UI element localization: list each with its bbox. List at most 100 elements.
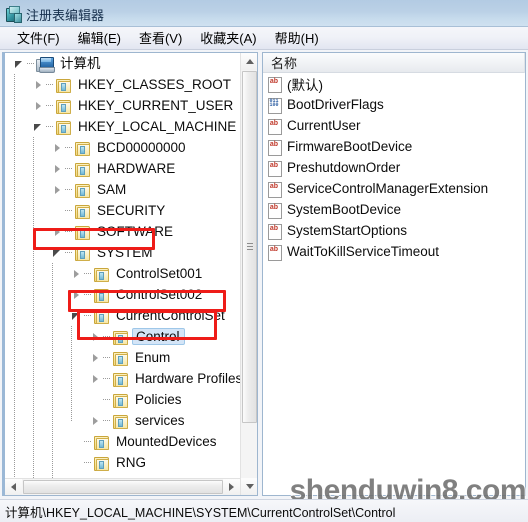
tree-connector-line [84,305,93,326]
scroll-down-arrow-icon[interactable] [241,478,257,495]
tree-item-label: HARDWARE [97,161,176,176]
collapse-arrow-icon[interactable] [13,53,27,74]
value-row[interactable]: ab ServiceControlManagerExtension [263,178,525,199]
tree-vertical-scrollbar[interactable] [240,53,257,495]
string-value-icon: ab [267,244,283,261]
menu-file[interactable]: 文件(F) [8,26,69,50]
value-row[interactable]: ab PreshutdownOrder [263,157,525,178]
value-row[interactable]: ab SystemStartOptions [263,220,525,241]
tree-connector-line [103,347,112,368]
computer-icon [36,56,55,73]
expand-arrow-icon[interactable] [51,137,65,158]
tree-item-hkey-classes-root[interactable]: HKEY_CLASSES_ROOT [5,74,241,95]
tree-item-hkey-current-user[interactable]: HKEY_CURRENT_USER [5,95,241,116]
tree-item--[interactable]: 计算机 [5,53,241,74]
value-row[interactable]: ab (默认) [263,73,525,94]
tree-item-enum[interactable]: Enum [5,347,241,368]
value-row[interactable]: 011 100 BootDriverFlags [263,94,525,115]
tree-connector-line [65,158,74,179]
folder-icon [74,224,90,240]
value-name: SystemBootDevice [287,202,402,217]
tree-item-system[interactable]: SYSTEM [5,242,241,263]
tree-guide-line [52,263,53,495]
tree-item-security[interactable]: SECURITY [5,200,241,221]
expand-arrow-icon[interactable] [51,221,65,242]
tree-item-label: SAM [97,182,127,197]
expand-arrow-icon[interactable] [89,368,103,389]
value-row[interactable]: ab SystemBootDevice [263,199,525,220]
tree-item-bcd00000000[interactable]: BCD00000000 [5,137,241,158]
value-name: PreshutdownOrder [287,160,401,175]
menu-edit[interactable]: 编辑(E) [69,26,130,50]
tree-guide-line [71,326,72,421]
value-name: (默认) [287,77,323,93]
tree-item-sam[interactable]: SAM [5,179,241,200]
tree-item-controlset002[interactable]: ControlSet002 [5,284,241,305]
tree-item-services[interactable]: services [5,410,241,431]
tree-connector-line [103,368,112,389]
folder-icon [112,371,128,387]
dword-value-icon: 011 100 [267,97,283,114]
tree-item-controlset001[interactable]: ControlSet001 [5,263,241,284]
tree-hscroll-thumb[interactable] [23,480,223,494]
collapse-arrow-icon[interactable] [70,305,84,326]
menu-view[interactable]: 查看(V) [130,26,191,50]
tree-item-control[interactable]: Control [5,326,241,347]
expand-arrow-icon[interactable] [89,347,103,368]
tree-item-mounteddevices[interactable]: MountedDevices [5,431,241,452]
panes-container: 计算机 HKEY_CLASSES_ROOT HKEY_CURRENT_USER HKE… [0,50,528,522]
menu-favorites[interactable]: 收藏夹(A) [191,26,265,50]
folder-icon [74,140,90,156]
scroll-up-arrow-icon[interactable] [241,53,257,70]
tree-connector-line [46,116,55,137]
tree-item-label: Enum [135,350,171,365]
string-value-icon: ab [267,139,283,156]
values-list[interactable]: ab (默认) 011 100 BootDriverFlags ab CurrentUser… [263,73,525,495]
tree-item-hkey-local-machine[interactable]: HKEY_LOCAL_MACHINE [5,116,241,137]
column-header-name[interactable]: 名称 [263,53,525,73]
window-controls[interactable] [432,0,528,21]
tree-item-currentcontrolset[interactable]: CurrentControlSet [5,305,241,326]
tree-item-hardware[interactable]: HARDWARE [5,158,241,179]
value-name: FirmwareBootDevice [287,139,413,154]
expand-arrow-icon[interactable] [32,95,46,116]
scroll-right-arrow-icon[interactable] [223,479,240,495]
folder-icon [55,119,71,135]
expand-arrow-icon[interactable] [32,74,46,95]
value-row[interactable]: ab WaitToKillServiceTimeout [263,241,525,262]
value-row[interactable]: ab FirmwareBootDevice [263,136,525,157]
folder-icon [74,182,90,198]
scroll-left-arrow-icon[interactable] [5,479,22,495]
menu-help[interactable]: 帮助(H) [266,26,328,50]
expand-arrow-icon[interactable] [89,326,103,347]
expand-arrow-icon[interactable] [89,410,103,431]
status-bar: 计算机\HKEY_LOCAL_MACHINE\SYSTEM\CurrentCon… [0,499,528,522]
tree-connector-line [84,284,93,305]
value-name: CurrentUser [287,118,361,133]
folder-icon [74,245,90,261]
tree-item-hardware-profiles[interactable]: Hardware Profiles [5,368,241,389]
registry-tree[interactable]: 计算机 HKEY_CLASSES_ROOT HKEY_CURRENT_USER HKE… [5,53,241,495]
folder-icon [93,434,109,450]
expand-arrow-icon[interactable] [51,158,65,179]
expand-arrow-icon[interactable] [70,284,84,305]
expand-arrow-icon[interactable] [51,179,65,200]
tree-item-label: SYSTEM [97,245,153,260]
value-row[interactable]: ab CurrentUser [263,115,525,136]
collapse-arrow-icon[interactable] [51,242,65,263]
value-name: SystemStartOptions [287,223,408,238]
tree-horizontal-scrollbar[interactable] [5,478,240,495]
tree-scroll-thumb[interactable] [242,71,257,423]
tree-item-policies[interactable]: Policies [5,389,241,410]
string-value-icon: ab [267,202,283,219]
tree-item-software[interactable]: SOFTWARE [5,221,241,242]
title-bar[interactable]: 注册表编辑器 [0,0,528,27]
string-value-icon: ab [267,160,283,177]
tree-item-rng[interactable]: RNG [5,452,241,473]
tree-item-label: Hardware Profiles [135,371,241,386]
collapse-arrow-icon[interactable] [32,116,46,137]
folder-icon [93,287,109,303]
expand-arrow-icon[interactable] [70,263,84,284]
